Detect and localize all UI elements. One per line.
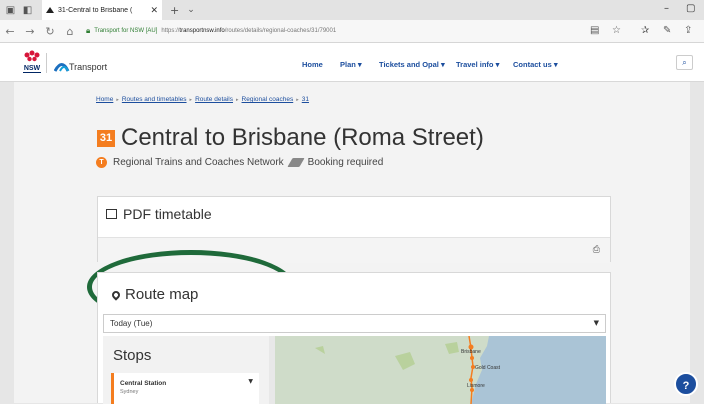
tab-close-icon[interactable]: ✕	[150, 5, 158, 16]
pdf-timetable-card: PDF timetable ⎙	[97, 196, 611, 263]
pen-icon[interactable]: ✎	[663, 25, 671, 36]
day-select[interactable]: Today (Tue) ▼	[103, 314, 606, 333]
minimize-icon[interactable]: –	[664, 3, 669, 14]
day-select-value: Today (Tue)	[110, 319, 153, 328]
stops-panel: Stops Central Station Sydney ▼	[103, 336, 269, 404]
breadcrumb-regional-coaches[interactable]: Regional coaches	[242, 96, 294, 103]
network-icon: T	[96, 157, 107, 168]
search-icon: ⌕	[682, 58, 687, 67]
calendar-icon	[106, 209, 117, 219]
stop-suburb: Sydney	[120, 389, 139, 395]
site-favicon-icon	[46, 7, 54, 13]
breadcrumb-route-31[interactable]: 31	[302, 96, 309, 103]
favorites-hub-icon[interactable]: ✰	[641, 25, 649, 36]
nsw-logo[interactable]: NSW	[21, 49, 43, 75]
stop-item[interactable]: Central Station Sydney ▼	[111, 373, 259, 404]
favorite-star-icon[interactable]: ☆	[612, 25, 621, 36]
stop-marker[interactable]	[469, 378, 473, 382]
url-prefix: https://	[161, 28, 180, 34]
tab-preview-icon[interactable]: ◧	[21, 4, 34, 17]
svg-text:NSW: NSW	[24, 65, 41, 72]
breadcrumb-separator-icon: ▸	[236, 97, 239, 103]
breadcrumb-separator-icon: ▸	[189, 97, 193, 103]
share-icon[interactable]: ⇪	[684, 25, 692, 36]
new-tab-icon[interactable]: +	[170, 4, 179, 17]
map-label-gold-coast: Gold Coast	[475, 365, 501, 371]
breadcrumb: Home ▸ Routes and timetables ▸ Route details…	[96, 96, 309, 103]
breadcrumb-routes-timetables[interactable]: Routes and timetables	[122, 96, 187, 103]
nav-tickets-opal[interactable]: Tickets and Opal ▾	[379, 60, 445, 69]
tab-title: 31-Central to Brisbane (	[58, 6, 133, 14]
stops-heading: Stops	[113, 347, 152, 364]
pdf-download-row[interactable]: ⎙	[98, 237, 610, 263]
url-path: /routes/details/regional-coaches/31/7900…	[224, 28, 337, 34]
route-map-card: Route map Today (Tue) ▼ Stops Central St…	[97, 272, 611, 404]
transport-wordmark: Transport	[69, 62, 108, 72]
home-icon[interactable]: ⌂	[60, 25, 80, 38]
back-icon[interactable]: ←	[0, 25, 20, 38]
forward-icon[interactable]: →	[20, 25, 40, 38]
pdf-timetable-heading[interactable]: PDF timetable	[106, 206, 212, 222]
maximize-icon[interactable]: ▢	[686, 3, 695, 14]
main-content: Home ▸ Routes and timetables ▸ Route details…	[14, 82, 690, 404]
tab-actions-icon[interactable]: ▣	[4, 4, 17, 17]
booking-note: Booking required	[307, 157, 384, 168]
ticket-icon	[287, 158, 305, 167]
pdf-timetable-title: PDF timetable	[123, 206, 212, 222]
map-graphic	[275, 336, 489, 404]
help-button[interactable]: ?	[674, 372, 698, 396]
route-subtitle: T Regional Trains and Coaches Network Bo…	[96, 157, 383, 168]
download-icon[interactable]: ⎙	[593, 245, 600, 255]
refresh-icon[interactable]: ↻	[40, 25, 60, 38]
breadcrumb-home[interactable]: Home	[96, 96, 113, 103]
network-name: Regional Trains and Coaches Network	[113, 157, 284, 168]
tab-list-chevron-icon[interactable]: ⌄	[187, 5, 195, 15]
url-host: transportnsw.info	[179, 28, 225, 34]
nav-home[interactable]: Home	[302, 60, 323, 69]
chevron-down-icon: ▼	[593, 319, 599, 327]
breadcrumb-route-details[interactable]: Route details	[195, 96, 233, 103]
map-label-brisbane: Brisbane	[461, 349, 481, 355]
nav-travel-info[interactable]: Travel info ▾	[456, 60, 499, 69]
stop-name: Central Station	[120, 380, 167, 387]
logo-divider	[46, 53, 47, 73]
route-map-title: Route map	[125, 286, 199, 303]
breadcrumb-separator-icon: ▸	[296, 97, 299, 103]
route-number-badge: 31	[97, 130, 115, 147]
search-button[interactable]: ⌕	[676, 55, 693, 70]
reading-view-icon[interactable]: ▤	[590, 25, 599, 36]
stop-marker[interactable]	[470, 356, 474, 360]
browser-tab[interactable]: 31-Central to Brisbane ( ✕	[42, 0, 162, 20]
stop-expand-chevron-icon[interactable]: ▼	[248, 378, 253, 385]
nav-contact-us[interactable]: Contact us ▾	[513, 60, 558, 69]
route-map-heading: Route map	[110, 286, 199, 303]
url-site-label: Transport for NSW [AU]	[94, 28, 158, 34]
browser-tab-bar: ▣ ◧ 31-Central to Brisbane ( ✕ + ⌄	[0, 0, 704, 20]
page-title: Central to Brisbane (Roma Street)	[121, 124, 484, 151]
breadcrumb-separator-icon: ▸	[116, 97, 119, 103]
map-label-lismore: Lismore	[467, 383, 485, 389]
lock-icon: 🔒︎	[86, 26, 91, 35]
route-map[interactable]: Brisbane Gold Coast Lismore	[275, 336, 606, 404]
site-header: NSW Transport Home Plan ▾ Tickets and Op…	[0, 43, 704, 82]
nav-plan[interactable]: Plan ▾	[340, 60, 362, 69]
url-field[interactable]: 🔒︎ Transport for NSW [AU] https://transp…	[86, 23, 646, 39]
map-pin-icon	[110, 288, 122, 301]
